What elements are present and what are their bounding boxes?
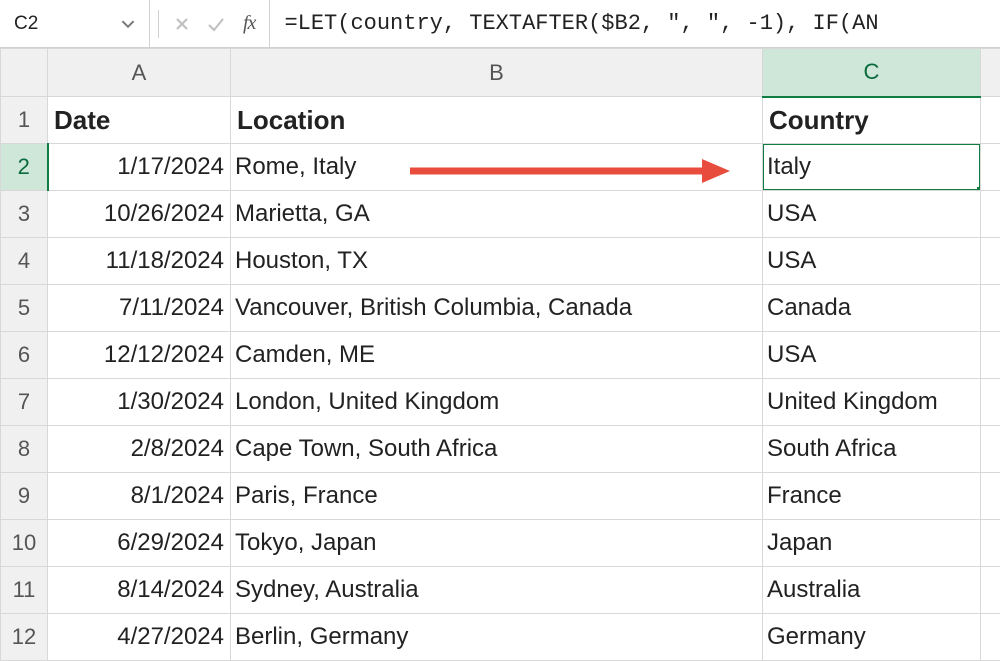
table-row: 12 4/27/2024 Berlin, Germany Germany xyxy=(1,614,1000,661)
table-row: 5 7/11/2024 Vancouver, British Columbia,… xyxy=(1,285,1000,332)
table-row: 8 2/8/2024 Cape Town, South Africa South… xyxy=(1,426,1000,473)
table-row: 11 8/14/2024 Sydney, Australia Australia xyxy=(1,567,1000,614)
header-country: Country xyxy=(763,105,869,135)
cell-D9[interactable] xyxy=(981,473,1000,520)
select-all-corner[interactable] xyxy=(1,49,48,97)
formula-bar-buttons: fx xyxy=(150,0,270,47)
row-header-11[interactable]: 11 xyxy=(1,567,48,614)
header-date: Date xyxy=(48,105,110,135)
cell-A1[interactable]: Date xyxy=(48,97,231,144)
cell-D8[interactable] xyxy=(981,426,1000,473)
cells-table: A B C 1 Date Location Country 2 1/17/202… xyxy=(0,48,1000,661)
cell-A3[interactable]: 10/26/2024 xyxy=(48,191,231,238)
spreadsheet-grid: A B C 1 Date Location Country 2 1/17/202… xyxy=(0,48,1000,620)
col-header-C[interactable]: C xyxy=(763,49,981,97)
insert-function-icon[interactable]: fx xyxy=(237,12,261,35)
table-row: 1 Date Location Country xyxy=(1,97,1000,144)
fill-handle[interactable] xyxy=(976,186,981,191)
cell-B1[interactable]: Location xyxy=(231,97,763,144)
cell-D3[interactable] xyxy=(981,191,1000,238)
enter-icon[interactable] xyxy=(203,11,229,37)
cell-C5[interactable]: Canada xyxy=(763,285,981,332)
cell-D2[interactable] xyxy=(981,144,1000,191)
cell-A7[interactable]: 1/30/2024 xyxy=(48,379,231,426)
cell-C7[interactable]: United Kingdom xyxy=(763,379,981,426)
row-header-10[interactable]: 10 xyxy=(1,520,48,567)
cell-B9[interactable]: Paris, France xyxy=(231,473,763,520)
col-header-A[interactable]: A xyxy=(48,49,231,97)
cell-C1[interactable]: Country xyxy=(763,97,981,144)
cell-C12[interactable]: Germany xyxy=(763,614,981,661)
row-header-3[interactable]: 3 xyxy=(1,191,48,238)
cell-C6[interactable]: USA xyxy=(763,332,981,379)
table-row: 3 10/26/2024 Marietta, GA USA xyxy=(1,191,1000,238)
cell-C11[interactable]: Australia xyxy=(763,567,981,614)
cell-B3[interactable]: Marietta, GA xyxy=(231,191,763,238)
cell-A2[interactable]: 1/17/2024 xyxy=(48,144,231,191)
cell-C3[interactable]: USA xyxy=(763,191,981,238)
formula-bar: C2 fx =LET(country, TEXTAFTER($B2, ", ",… xyxy=(0,0,1000,48)
cell-C2[interactable]: Italy xyxy=(763,144,981,191)
header-location: Location xyxy=(231,105,345,135)
table-row: 6 12/12/2024 Camden, ME USA xyxy=(1,332,1000,379)
cell-D7[interactable] xyxy=(981,379,1000,426)
cell-B8[interactable]: Cape Town, South Africa xyxy=(231,426,763,473)
name-box[interactable]: C2 xyxy=(10,9,117,39)
cell-D10[interactable] xyxy=(981,520,1000,567)
cell-B11[interactable]: Sydney, Australia xyxy=(231,567,763,614)
row-header-2[interactable]: 2 xyxy=(1,144,48,191)
cell-C4[interactable]: USA xyxy=(763,238,981,285)
cell-A9[interactable]: 8/1/2024 xyxy=(48,473,231,520)
row-header-4[interactable]: 4 xyxy=(1,238,48,285)
table-row: 7 1/30/2024 London, United Kingdom Unite… xyxy=(1,379,1000,426)
table-row: 10 6/29/2024 Tokyo, Japan Japan xyxy=(1,520,1000,567)
cell-D5[interactable] xyxy=(981,285,1000,332)
cell-C9[interactable]: France xyxy=(763,473,981,520)
divider xyxy=(158,10,159,38)
cancel-icon[interactable] xyxy=(169,11,195,37)
cell-D12[interactable] xyxy=(981,614,1000,661)
cell-A6[interactable]: 12/12/2024 xyxy=(48,332,231,379)
cell-B6[interactable]: Camden, ME xyxy=(231,332,763,379)
row-header-8[interactable]: 8 xyxy=(1,426,48,473)
row-header-12[interactable]: 12 xyxy=(1,614,48,661)
cell-A4[interactable]: 11/18/2024 xyxy=(48,238,231,285)
cell-A8[interactable]: 2/8/2024 xyxy=(48,426,231,473)
row-header-6[interactable]: 6 xyxy=(1,332,48,379)
col-header-B[interactable]: B xyxy=(231,49,763,97)
row-header-5[interactable]: 5 xyxy=(1,285,48,332)
table-row: 9 8/1/2024 Paris, France France xyxy=(1,473,1000,520)
cell-C8[interactable]: South Africa xyxy=(763,426,981,473)
cell-A11[interactable]: 8/14/2024 xyxy=(48,567,231,614)
table-row: 4 11/18/2024 Houston, TX USA xyxy=(1,238,1000,285)
row-header-1[interactable]: 1 xyxy=(1,97,48,144)
cell-B10[interactable]: Tokyo, Japan xyxy=(231,520,763,567)
name-box-container: C2 xyxy=(0,0,150,47)
cell-A10[interactable]: 6/29/2024 xyxy=(48,520,231,567)
cell-A12[interactable]: 4/27/2024 xyxy=(48,614,231,661)
cell-B2[interactable]: Rome, Italy xyxy=(231,144,763,191)
cell-D4[interactable] xyxy=(981,238,1000,285)
cell-A5[interactable]: 7/11/2024 xyxy=(48,285,231,332)
row-header-7[interactable]: 7 xyxy=(1,379,48,426)
formula-input[interactable]: =LET(country, TEXTAFTER($B2, ", ", -1), … xyxy=(270,0,1000,47)
row-header-9[interactable]: 9 xyxy=(1,473,48,520)
cell-B4[interactable]: Houston, TX xyxy=(231,238,763,285)
cell-D11[interactable] xyxy=(981,567,1000,614)
table-row: 2 1/17/2024 Rome, Italy Italy xyxy=(1,144,1000,191)
cell-D1[interactable] xyxy=(981,97,1000,144)
cell-B5[interactable]: Vancouver, British Columbia, Canada xyxy=(231,285,763,332)
column-header-row: A B C xyxy=(1,49,1000,97)
col-header-D[interactable] xyxy=(981,49,1000,97)
cell-B7[interactable]: London, United Kingdom xyxy=(231,379,763,426)
cell-B12[interactable]: Berlin, Germany xyxy=(231,614,763,661)
cell-C10[interactable]: Japan xyxy=(763,520,981,567)
name-box-dropdown-icon[interactable] xyxy=(117,13,139,35)
cell-D6[interactable] xyxy=(981,332,1000,379)
